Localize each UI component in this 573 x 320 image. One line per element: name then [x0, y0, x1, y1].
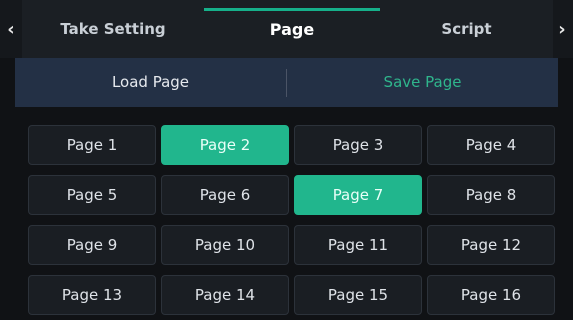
- page-button-label: Page 7: [332, 186, 384, 204]
- chevron-left-icon[interactable]: ‹: [0, 0, 22, 58]
- page-button-11[interactable]: Page 11: [294, 225, 422, 265]
- page-button-3[interactable]: Page 3: [294, 125, 422, 165]
- page-button-label: Page 12: [460, 236, 522, 254]
- page-button-label: Page 5: [66, 186, 118, 204]
- page-button-label: Page 6: [199, 186, 251, 204]
- save-page-button[interactable]: Save Page: [287, 58, 558, 107]
- page-button-15[interactable]: Page 15: [294, 275, 422, 315]
- page-button-label: Page 4: [465, 136, 517, 154]
- page-button-7[interactable]: Page 7: [294, 175, 422, 215]
- tab-bar: ‹ Take Setting Page Script ›: [0, 0, 573, 58]
- page-button-label: Page 1: [66, 136, 118, 154]
- page-button-10[interactable]: Page 10: [161, 225, 289, 265]
- page-button-5[interactable]: Page 5: [28, 175, 156, 215]
- active-tab-indicator: [204, 8, 380, 11]
- page-button-label: Page 13: [61, 286, 123, 304]
- page-button-1[interactable]: Page 1: [28, 125, 156, 165]
- tab-page-label: Page: [269, 19, 315, 39]
- chevron-left-glyph: ‹: [7, 18, 15, 40]
- page-button-16[interactable]: Page 16: [427, 275, 555, 315]
- page-panel: ‹ Take Setting Page Script › Load Page S…: [0, 0, 573, 320]
- load-page-button[interactable]: Load Page: [15, 58, 286, 107]
- page-button-label: Page 15: [327, 286, 389, 304]
- tab-take-setting[interactable]: Take Setting: [22, 0, 204, 58]
- page-grid: Page 1 Page 2 Page 3 Page 4 Page 5 Page …: [28, 125, 558, 320]
- page-button-4[interactable]: Page 4: [427, 125, 555, 165]
- page-button-14[interactable]: Page 14: [161, 275, 289, 315]
- page-button-label: Page 14: [194, 286, 256, 304]
- load-save-segmented-control: Load Page Save Page: [15, 58, 558, 107]
- save-page-label: Save Page: [383, 73, 462, 91]
- page-button-label: Page 10: [194, 236, 256, 254]
- tab-script-label: Script: [441, 20, 492, 38]
- page-button-label: Page 2: [199, 136, 251, 154]
- page-button-9[interactable]: Page 9: [28, 225, 156, 265]
- tab-script[interactable]: Script: [380, 0, 553, 58]
- page-button-label: Page 16: [460, 286, 522, 304]
- page-button-2[interactable]: Page 2: [161, 125, 289, 165]
- page-button-8[interactable]: Page 8: [427, 175, 555, 215]
- page-button-label: Page 9: [66, 236, 118, 254]
- page-button-13[interactable]: Page 13: [28, 275, 156, 315]
- page-button-label: Page 8: [465, 186, 517, 204]
- page-button-12[interactable]: Page 12: [427, 225, 555, 265]
- chevron-right-icon[interactable]: ›: [551, 0, 573, 58]
- page-button-label: Page 3: [332, 136, 384, 154]
- load-page-label: Load Page: [111, 73, 190, 91]
- page-button-label: Page 11: [327, 236, 389, 254]
- page-button-6[interactable]: Page 6: [161, 175, 289, 215]
- chevron-right-glyph: ›: [558, 18, 566, 40]
- tab-take-setting-label: Take Setting: [60, 20, 166, 38]
